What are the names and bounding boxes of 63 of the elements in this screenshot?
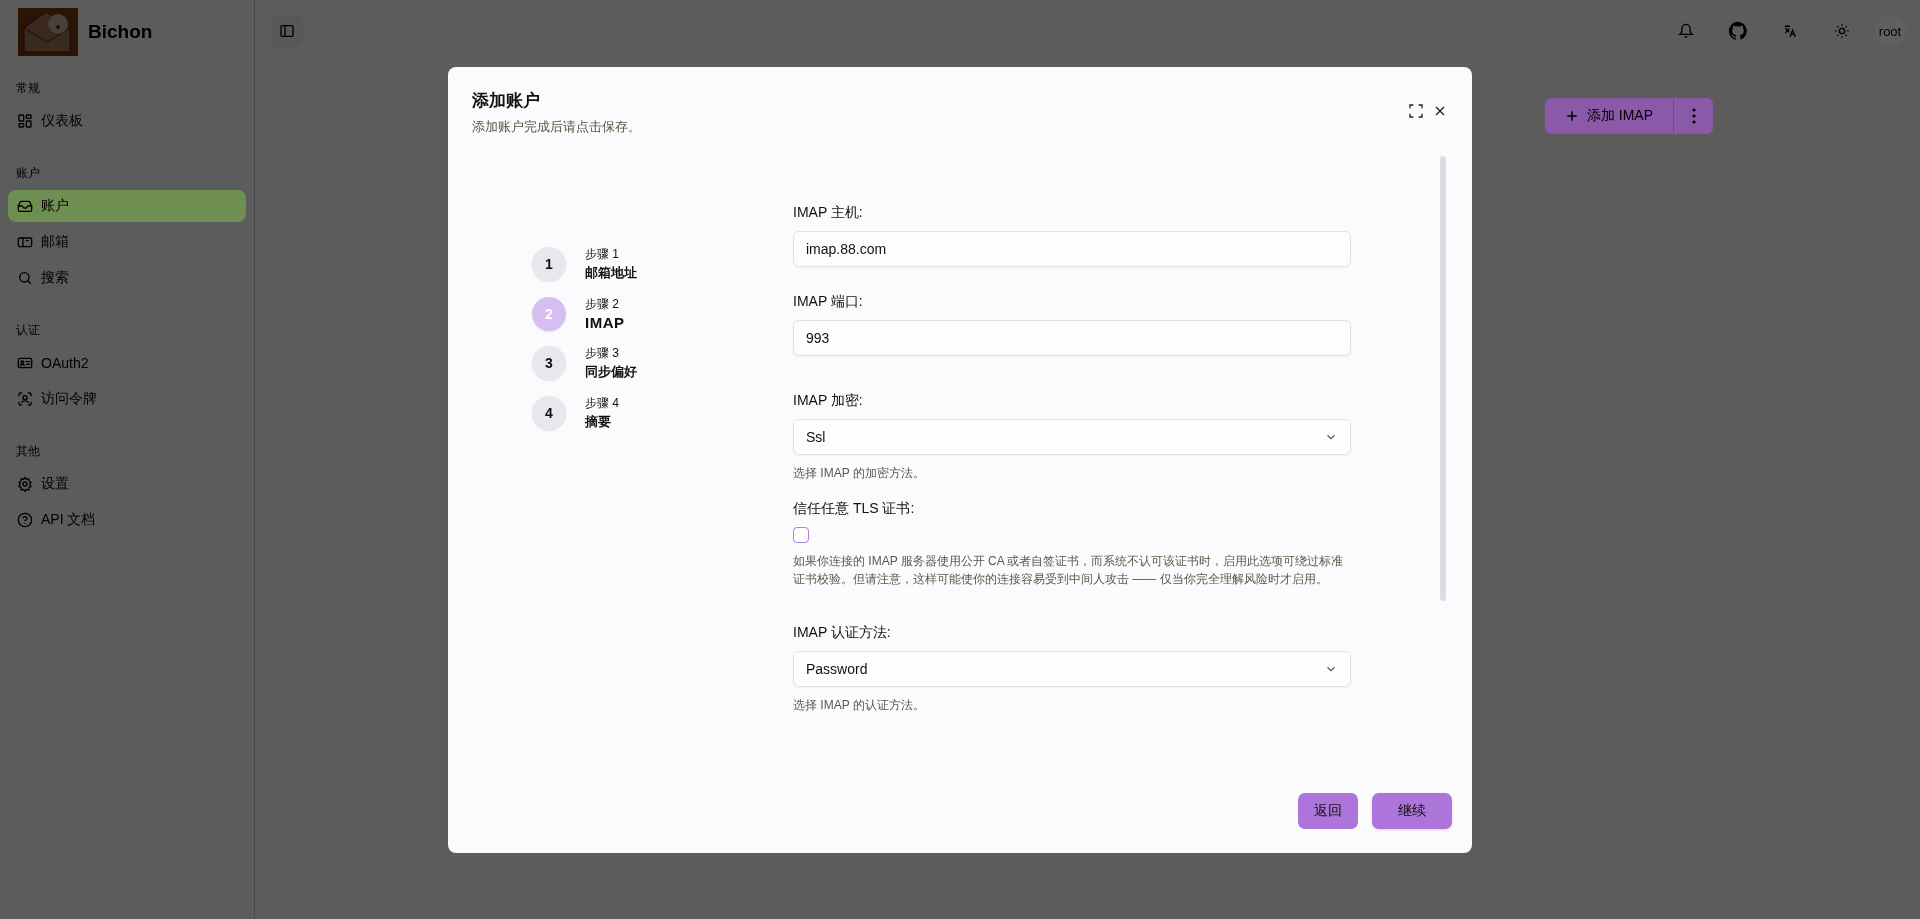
search-icon: [17, 270, 33, 286]
step-number: 3: [532, 346, 566, 380]
nav-item[interactable]: OAuth2: [8, 347, 246, 379]
section-heading: 其他: [15, 443, 41, 460]
step-title: 摘要: [585, 413, 612, 431]
dialog-title: 添加账户: [472, 90, 541, 112]
nav-item[interactable]: 访问令牌: [8, 383, 246, 415]
help-text: 如果你连接的 IMAP 服务器使用公开 CA 或者自签证书，而系统不认可该证书时，启用此选项可绕过标准证书校验。但请注意，这样可能使你的连接容易受到中间人攻击 —— 仅当你完全理解风险时才启用。: [793, 553, 1345, 588]
bell-icon: [1678, 23, 1694, 39]
nav-item[interactable]: 搜索: [8, 262, 246, 294]
step-number: 4: [532, 396, 566, 430]
maximize-icon: [1408, 103, 1424, 119]
checkbox[interactable]: [793, 527, 809, 543]
nav-item[interactable]: 邮箱: [8, 226, 246, 258]
field-label: IMAP 端口:: [793, 293, 864, 311]
field-label: 信任任意 TLS 证书:: [793, 500, 916, 518]
field-label: IMAP 认证方法:: [793, 624, 892, 642]
select-field[interactable]: Password: [793, 651, 1351, 687]
section-heading: 常规: [15, 80, 41, 97]
help-icon: [17, 512, 33, 528]
logo-drawing: [18, 8, 78, 56]
step-caption: 步骤 2: [585, 296, 620, 313]
step-caption: 步骤 4: [585, 395, 619, 412]
step-title: IMAP: [585, 314, 625, 331]
dialog-subtitle: 添加账户完成后请点击保存。: [472, 118, 642, 136]
nav-item[interactable]: 设置: [8, 468, 246, 500]
scan-icon: [17, 391, 33, 407]
inbox-icon: [17, 198, 33, 214]
section-heading: 账户: [15, 165, 41, 182]
select-field[interactable]: Ssl: [793, 419, 1351, 455]
app-name: Bichon: [88, 21, 153, 43]
translate-icon: [1782, 23, 1798, 39]
step-title: 同步偏好: [585, 363, 637, 381]
kebab-icon: [1691, 108, 1696, 124]
scrollbar[interactable]: [1440, 156, 1446, 601]
nav-item[interactable]: API 文档: [8, 504, 246, 536]
github-icon: [1728, 21, 1748, 41]
field-label: IMAP 加密:: [793, 392, 864, 410]
sidebar-toggle-button[interactable]: [271, 15, 303, 47]
settings-icon: [17, 476, 33, 492]
section-heading: 认证: [15, 322, 41, 339]
help-text: 选择 IMAP 的认证方法。: [793, 697, 926, 714]
field-label: IMAP 主机:: [793, 204, 864, 222]
grid-icon: [17, 113, 33, 129]
back-button[interactable]: 返回: [1298, 793, 1358, 829]
mailbox-icon: [17, 234, 33, 250]
text-field[interactable]: imap.88.com: [793, 231, 1351, 267]
step-number: 1: [532, 247, 566, 281]
sun-icon: [1834, 23, 1850, 39]
sidebar-icon: [279, 23, 295, 39]
nav-item[interactable]: 仪表板: [8, 105, 246, 137]
user-avatar[interactable]: root: [1874, 15, 1906, 47]
plus-icon: [1564, 109, 1579, 123]
text-field[interactable]: 993: [793, 320, 1351, 356]
step-number: 2: [532, 296, 566, 331]
help-text: 选择 IMAP 的加密方法。: [793, 465, 926, 482]
id-card-icon: [17, 355, 33, 371]
continue-button[interactable]: 继续: [1372, 793, 1452, 829]
step-title: 邮箱地址: [585, 264, 637, 282]
step-caption: 步骤 3: [585, 345, 620, 362]
nav-item[interactable]: 账户: [8, 190, 246, 222]
step-caption: 步骤 1: [585, 246, 620, 263]
maximize-button[interactable]: [1408, 103, 1424, 119]
